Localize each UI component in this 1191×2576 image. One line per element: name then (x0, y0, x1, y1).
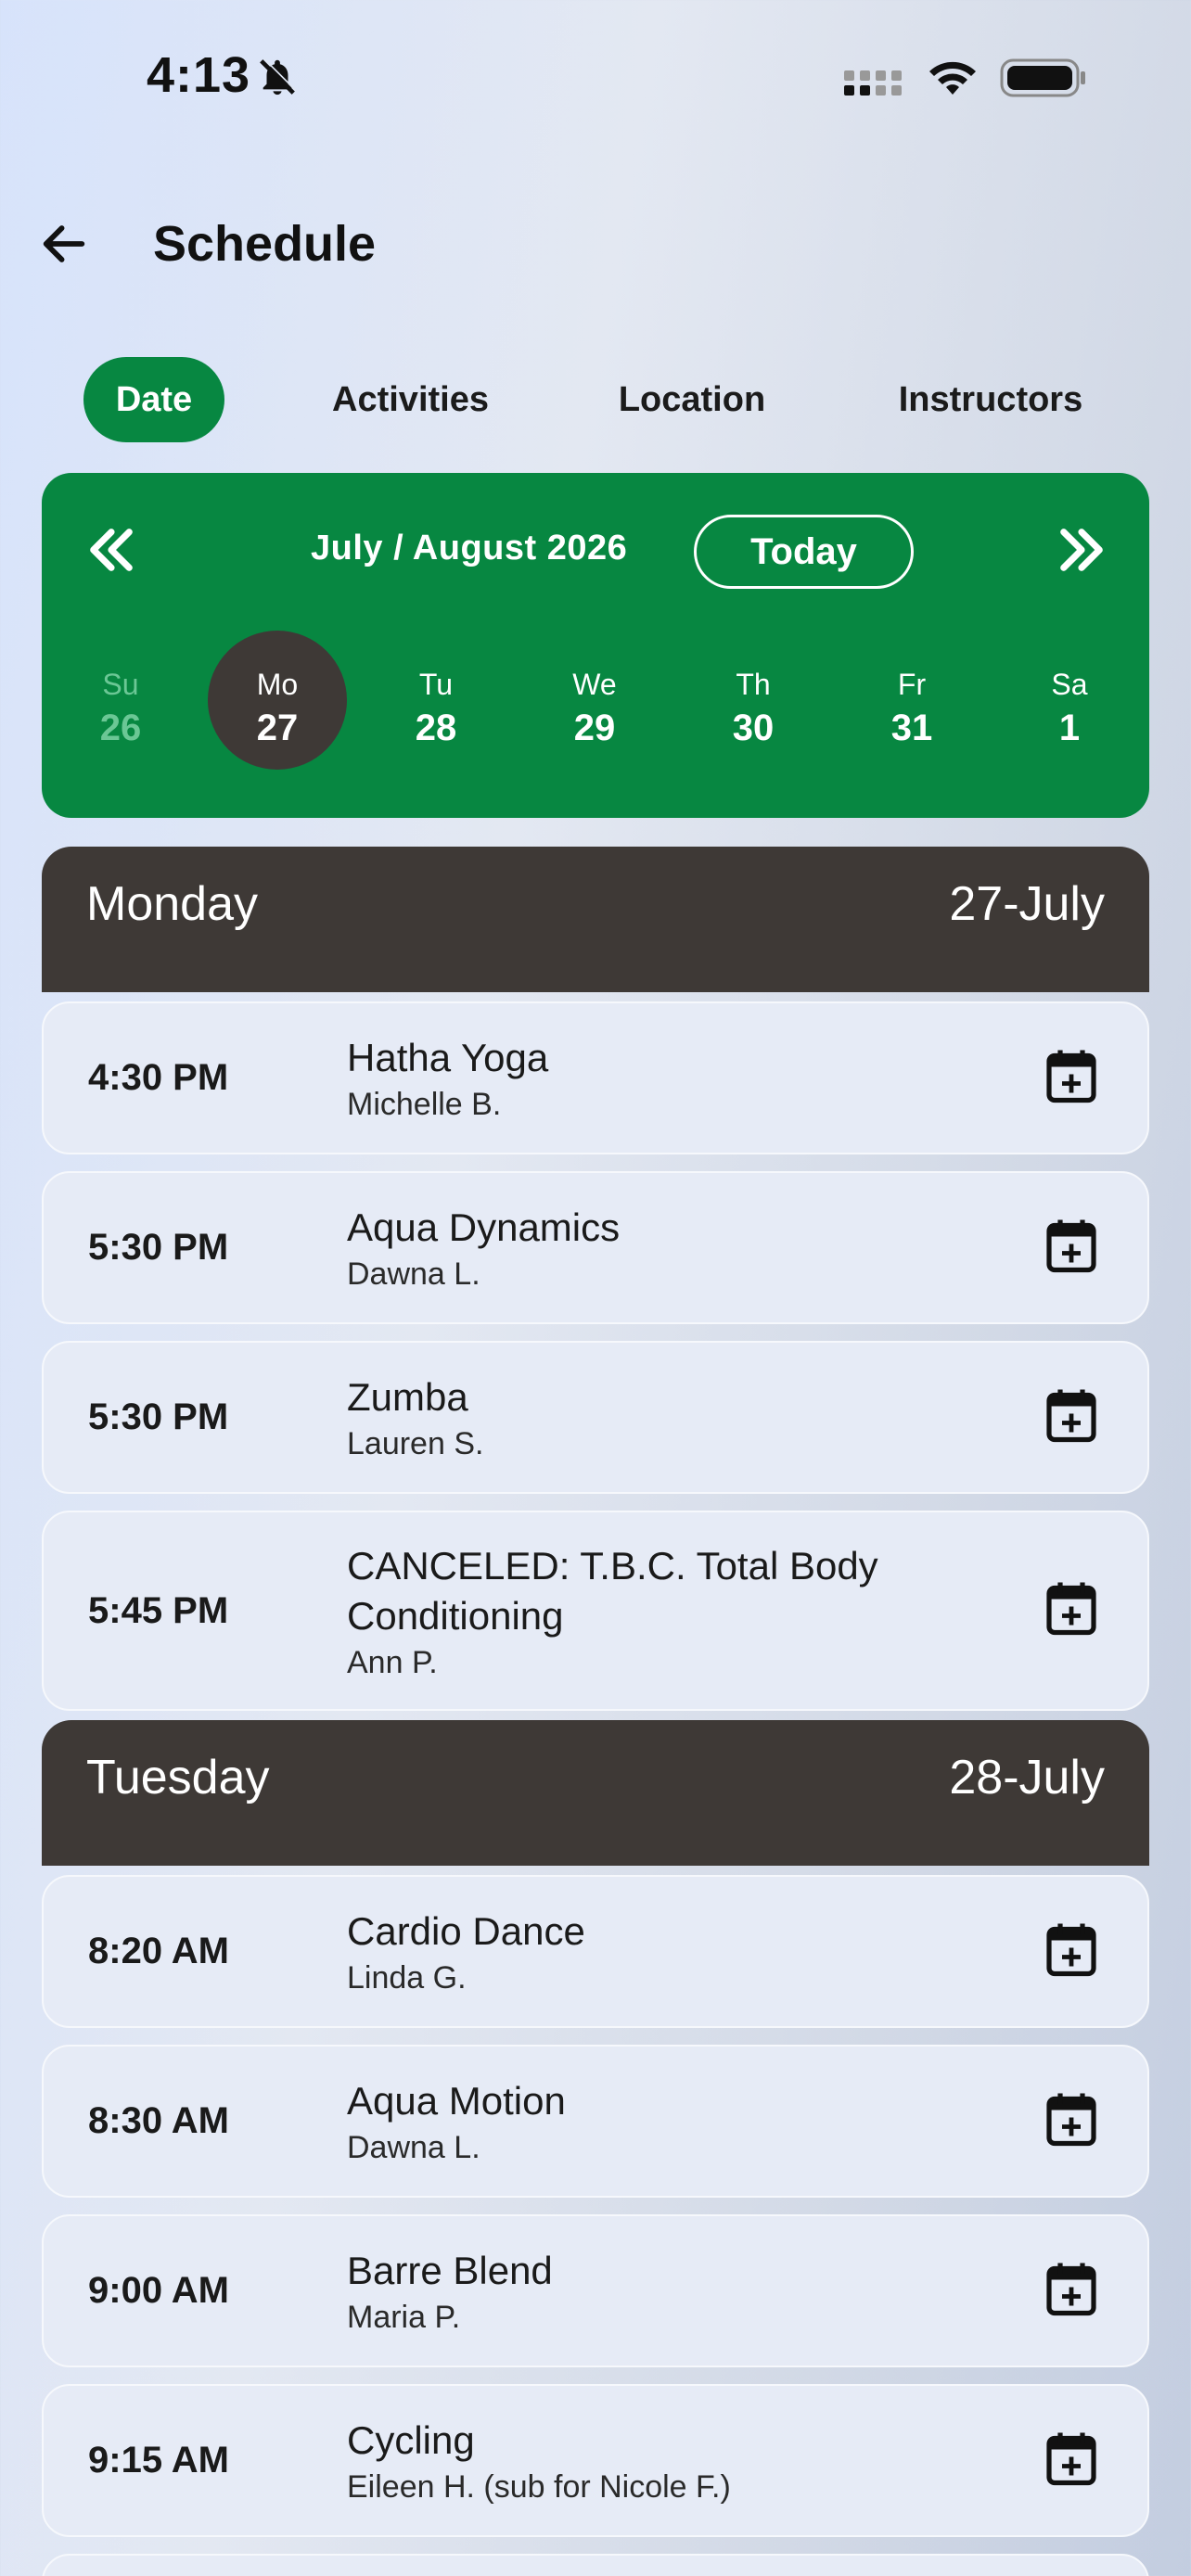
tab-instructors[interactable]: Instructors (886, 357, 1095, 442)
day-date: 27 (256, 708, 299, 748)
day-header-name: Tuesday (86, 1751, 270, 1804)
calendar-day[interactable]: Fr 31 (842, 631, 981, 770)
class-name: Hatha Yoga (347, 1036, 549, 1079)
class-info: Cycling Eileen H. (sub for Nicole F.) (347, 2386, 894, 2535)
cellular-signal-icon (842, 65, 907, 103)
day-header: Monday 27-July (42, 847, 1149, 992)
day-date: 29 (573, 708, 616, 748)
class-name: Aqua Motion (347, 2079, 566, 2123)
class-name: Zumba (347, 1375, 468, 1419)
calendar-days: Su 26 Mo 27 Tu 28 We 29 Th 30 Fr 31 Sa 1 (42, 631, 1149, 770)
day-date: 28 (415, 708, 457, 748)
calendar-plus-icon[interactable] (1044, 2429, 1099, 2493)
battery-icon (1000, 57, 1087, 103)
double-chevron-right-icon[interactable] (1051, 519, 1112, 585)
filter-tabs: Date Activities Location Instructors (0, 357, 1191, 442)
class-card[interactable]: 8:20 AM Cardio Dance Linda G. (42, 1875, 1149, 2028)
day-name: We (572, 668, 617, 701)
class-time: 9:15 AM (88, 2440, 229, 2480)
calendar-day[interactable]: Tu 28 (366, 631, 506, 770)
calendar-day[interactable]: Su 26 (51, 631, 190, 770)
day-name: Su (102, 668, 139, 701)
class-card[interactable]: 9:00 AM Barre Blend Maria P. (42, 2214, 1149, 2367)
day-date: 26 (99, 708, 142, 748)
class-time: 5:30 PM (88, 1396, 229, 1437)
calendar-plus-icon[interactable] (1044, 2259, 1099, 2323)
calendar-plus-icon[interactable] (1044, 1046, 1099, 1110)
class-instructor: Dawna L. (347, 2130, 480, 2165)
day-date: 1 (1058, 708, 1081, 748)
day-date: 31 (890, 708, 933, 748)
class-card[interactable]: 5:30 PM Zumba Lauren S. (42, 1341, 1149, 1494)
calendar-plus-icon[interactable] (1044, 1579, 1099, 1643)
calendar-plus-icon[interactable] (1044, 1216, 1099, 1280)
day-name: Mo (256, 668, 299, 701)
calendar-day[interactable]: We 29 (525, 631, 664, 770)
status-time: 4:13 (147, 47, 251, 103)
class-instructor: Maria P. (347, 2300, 461, 2335)
class-card[interactable]: 5:30 PM Aqua Dynamics Dawna L. (42, 1171, 1149, 1324)
class-instructor: Ann P. (347, 1644, 438, 1680)
schedule-list: Monday 27-July 4:30 PM Hatha Yoga Michel… (42, 847, 1149, 2576)
calendar-day[interactable]: Sa 1 (1000, 631, 1139, 770)
class-card[interactable]: 8:30 AM Aqua Motion Dawna L. (42, 2045, 1149, 2198)
class-info: Zumba Lauren S. (347, 1343, 894, 1492)
day-date: 30 (732, 708, 775, 748)
class-info: Aqua Dynamics Dawna L. (347, 1173, 894, 1322)
class-info: Hatha Yoga Michelle B. (347, 1003, 894, 1153)
day-header-date: 27-July (949, 877, 1105, 931)
day-header-name: Monday (86, 877, 258, 931)
class-instructor: Lauren S. (347, 1426, 484, 1461)
class-info: CANCELED: T.B.C. Total Body Conditioning… (347, 1512, 894, 1709)
tab-date[interactable]: Date (83, 357, 224, 442)
class-time: 8:30 AM (88, 2100, 229, 2141)
wifi-icon (926, 57, 980, 103)
class-name: Cycling (347, 2418, 475, 2462)
class-card-partial[interactable] (42, 2554, 1149, 2576)
class-time: 5:30 PM (88, 1227, 229, 1268)
calendar-month-label: July / August 2026 (311, 529, 628, 567)
calendar-day-selected[interactable]: Mo 27 (208, 631, 347, 770)
class-name: Aqua Dynamics (347, 1205, 621, 1249)
day-name: Fr (897, 668, 927, 701)
class-info: Aqua Motion Dawna L. (347, 2047, 894, 2196)
class-instructor: Eileen H. (sub for Nicole F.) (347, 2469, 731, 2505)
class-time: 9:00 AM (88, 2270, 229, 2311)
calendar-day[interactable]: Th 30 (684, 631, 823, 770)
day-name: Sa (1051, 668, 1088, 701)
class-name: Cardio Dance (347, 1909, 585, 1953)
day-header-date: 28-July (949, 1751, 1105, 1804)
day-name: Tu (418, 668, 454, 701)
class-info: Barre Blend Maria P. (347, 2216, 894, 2366)
bell-slash-icon (256, 56, 299, 103)
class-name: Barre Blend (347, 2249, 553, 2292)
calendar-plus-icon[interactable] (1044, 2089, 1099, 2153)
arrow-left-icon[interactable] (37, 217, 91, 275)
week-calendar: July / August 2026 Today Su 26 Mo 27 Tu … (42, 473, 1149, 818)
day-name: Th (736, 668, 771, 701)
class-time: 4:30 PM (88, 1057, 229, 1098)
tab-activities[interactable]: Activities (315, 357, 506, 442)
double-chevron-left-icon[interactable] (81, 519, 142, 585)
calendar-plus-icon[interactable] (1044, 1385, 1099, 1449)
class-time: 5:45 PM (88, 1589, 229, 1631)
class-time: 8:20 AM (88, 1931, 229, 1971)
class-card[interactable]: 4:30 PM Hatha Yoga Michelle B. (42, 1001, 1149, 1154)
page-title: Schedule (153, 216, 377, 272)
class-instructor: Michelle B. (347, 1087, 502, 1122)
class-name: CANCELED: T.B.C. Total Body Conditioning (347, 1543, 878, 1638)
class-instructor: Dawna L. (347, 1256, 480, 1292)
calendar-plus-icon[interactable] (1044, 1919, 1099, 1983)
class-card[interactable]: 5:45 PM CANCELED: T.B.C. Total Body Cond… (42, 1511, 1149, 1711)
class-card[interactable]: 9:15 AM Cycling Eileen H. (sub for Nicol… (42, 2384, 1149, 2537)
app-header: Schedule (0, 204, 1191, 287)
day-header: Tuesday 28-July (42, 1720, 1149, 1866)
class-info: Cardio Dance Linda G. (347, 1877, 894, 2026)
tab-location[interactable]: Location (608, 357, 775, 442)
status-bar: 4:13 (0, 0, 1191, 158)
class-instructor: Linda G. (347, 1960, 467, 1996)
today-button[interactable]: Today (694, 515, 914, 589)
